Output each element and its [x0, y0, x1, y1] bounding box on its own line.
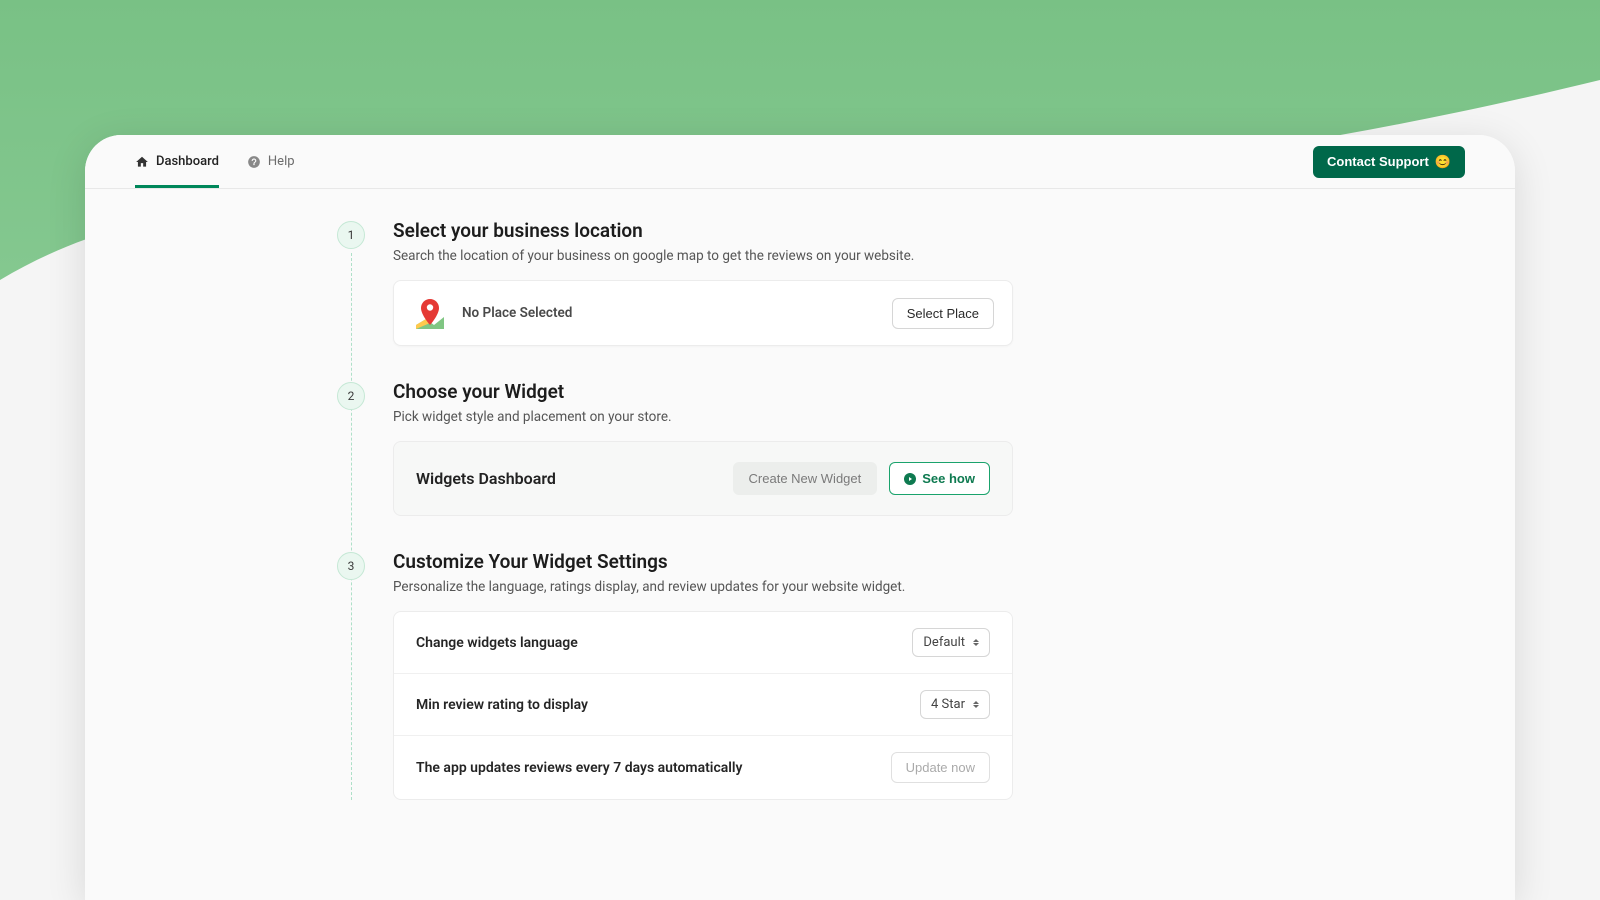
- settings-row-rating: Min review rating to display 4 Star: [394, 674, 1012, 736]
- help-icon: [247, 155, 261, 169]
- app-frame: Dashboard Help Contact Support 😊 1 Selec…: [85, 135, 1515, 900]
- widgets-head-row: Widgets Dashboard Create New Widget See …: [416, 462, 990, 495]
- tab-help-label: Help: [268, 154, 295, 169]
- update-now-button[interactable]: Update now: [891, 752, 990, 783]
- location-card: No Place Selected Select Place: [393, 280, 1013, 346]
- see-how-label: See how: [922, 471, 975, 486]
- step-customize: 3 Customize Your Widget Settings Persona…: [393, 550, 1465, 800]
- home-icon: [135, 155, 149, 169]
- widgets-card: Widgets Dashboard Create New Widget See …: [393, 441, 1013, 516]
- settings-card: Change widgets language Default Min revi…: [393, 611, 1013, 800]
- language-select-value: Default: [923, 635, 965, 650]
- step-3-desc: Personalize the language, ratings displa…: [393, 579, 1465, 595]
- step-1-title: Select your business location: [393, 219, 1465, 242]
- widgets-dashboard-title: Widgets Dashboard: [416, 469, 721, 488]
- select-caret-icon: [973, 639, 979, 646]
- step-3-title: Customize Your Widget Settings: [393, 550, 1465, 573]
- select-place-button[interactable]: Select Place: [892, 298, 994, 329]
- tab-dashboard-label: Dashboard: [156, 154, 219, 169]
- smile-emoji-icon: 😊: [1435, 154, 1451, 170]
- update-label: The app updates reviews every 7 days aut…: [416, 760, 743, 776]
- tab-dashboard[interactable]: Dashboard: [135, 135, 219, 188]
- step-widget: 2 Choose your Widget Pick widget style a…: [393, 380, 1465, 516]
- steps-container: 1 Select your business location Search t…: [393, 219, 1465, 800]
- step-1-desc: Search the location of your business on …: [393, 248, 1465, 264]
- contact-support-button[interactable]: Contact Support 😊: [1313, 146, 1465, 178]
- rating-label: Min review rating to display: [416, 697, 588, 713]
- step-2-title: Choose your Widget: [393, 380, 1465, 403]
- rating-select-value: 4 Star: [931, 697, 965, 712]
- header-bar: Dashboard Help Contact Support 😊: [85, 135, 1515, 189]
- tab-help[interactable]: Help: [247, 135, 295, 188]
- language-select[interactable]: Default: [912, 628, 990, 657]
- language-label: Change widgets language: [416, 635, 578, 651]
- map-pin-icon: [412, 295, 448, 331]
- step-number-2: 2: [337, 382, 365, 410]
- settings-row-update: The app updates reviews every 7 days aut…: [394, 736, 1012, 799]
- rating-select[interactable]: 4 Star: [920, 690, 990, 719]
- create-widget-button[interactable]: Create New Widget: [733, 462, 878, 495]
- play-icon: [904, 473, 916, 485]
- step-number-3: 3: [337, 552, 365, 580]
- main-content: 1 Select your business location Search t…: [85, 189, 1515, 900]
- step-number-1: 1: [337, 221, 365, 249]
- step-location: 1 Select your business location Search t…: [393, 219, 1465, 346]
- tabs: Dashboard Help: [135, 135, 295, 188]
- location-status-text: No Place Selected: [462, 305, 878, 321]
- settings-row-language: Change widgets language Default: [394, 612, 1012, 674]
- select-caret-icon: [973, 701, 979, 708]
- contact-support-label: Contact Support: [1327, 154, 1429, 169]
- see-how-button[interactable]: See how: [889, 462, 990, 495]
- step-2-desc: Pick widget style and placement on your …: [393, 409, 1465, 425]
- timeline-line: [351, 253, 352, 800]
